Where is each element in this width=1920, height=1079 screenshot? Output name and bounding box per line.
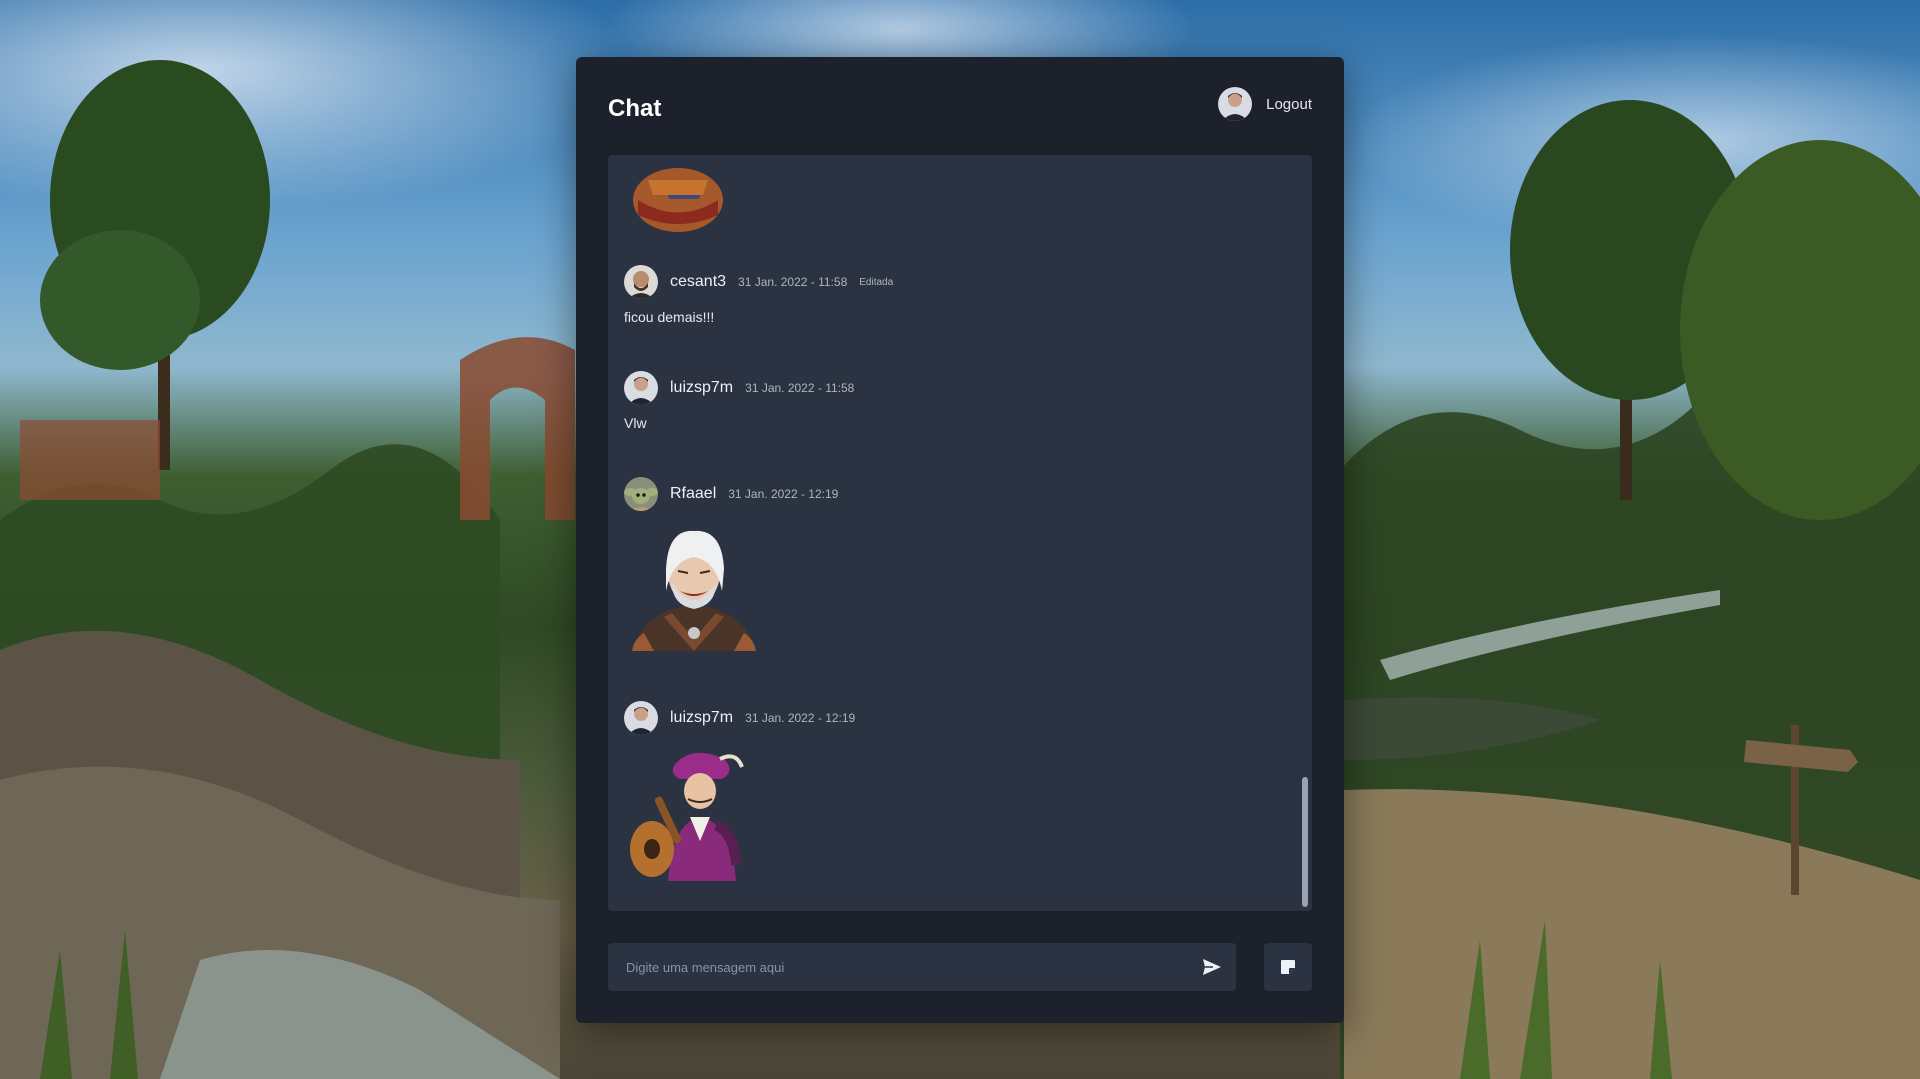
send-button[interactable]: [1196, 951, 1228, 983]
geralt-sticker: [624, 521, 838, 662]
message-item: Rfaael 31 Jan. 2022 - 12:19: [624, 477, 838, 662]
message-timestamp: 31 Jan. 2022 - 12:19: [728, 487, 839, 501]
send-icon: [1203, 959, 1221, 975]
sticker-image: [628, 155, 728, 240]
message-text: Vlw: [624, 415, 647, 431]
user-avatar-icon: [624, 477, 658, 511]
message-author: cesant3: [670, 273, 727, 290]
message-list[interactable]: cesant3 31 Jan. 2022 - 11:58 Editada fic…: [608, 155, 1312, 911]
message-item: cesant3 31 Jan. 2022 - 11:58 Editada fic…: [624, 265, 893, 325]
user-avatar-icon: [624, 265, 658, 299]
dandelion-sticker: [624, 745, 855, 890]
message-composer: [608, 943, 1236, 991]
message-timestamp: 31 Jan. 2022 - 11:58: [745, 381, 855, 395]
message-author: Rfaael: [670, 485, 717, 502]
user-avatar-icon: [1218, 87, 1253, 121]
user-box: Logout: [1218, 87, 1312, 121]
page-title: Chat: [608, 95, 662, 122]
message-author: luizsp7m: [670, 379, 734, 396]
message-timestamp: 31 Jan. 2022 - 11:58: [738, 275, 848, 289]
message-timestamp: 31 Jan. 2022 - 12:19: [745, 711, 856, 725]
scrollbar-thumb[interactable]: [1302, 777, 1308, 907]
chat-panel: Chat Logout cesant3 31 Jan. 2022 - 11:58…: [576, 57, 1344, 1023]
message-item: luizsp7m 31 Jan. 2022 - 12:19: [624, 701, 855, 890]
user-avatar-icon: [624, 701, 658, 735]
sticker-button[interactable]: [1264, 943, 1312, 991]
edited-badge: Editada: [859, 276, 894, 288]
logout-button[interactable]: Logout: [1266, 96, 1312, 113]
message-text: ficou demais!!!: [624, 309, 715, 325]
message-input[interactable]: [608, 943, 1168, 991]
sticker-icon: [1281, 960, 1295, 974]
message-author: luizsp7m: [670, 709, 734, 726]
user-avatar-icon: [624, 371, 658, 405]
message-item: luizsp7m 31 Jan. 2022 - 11:58 Vlw: [624, 371, 854, 431]
